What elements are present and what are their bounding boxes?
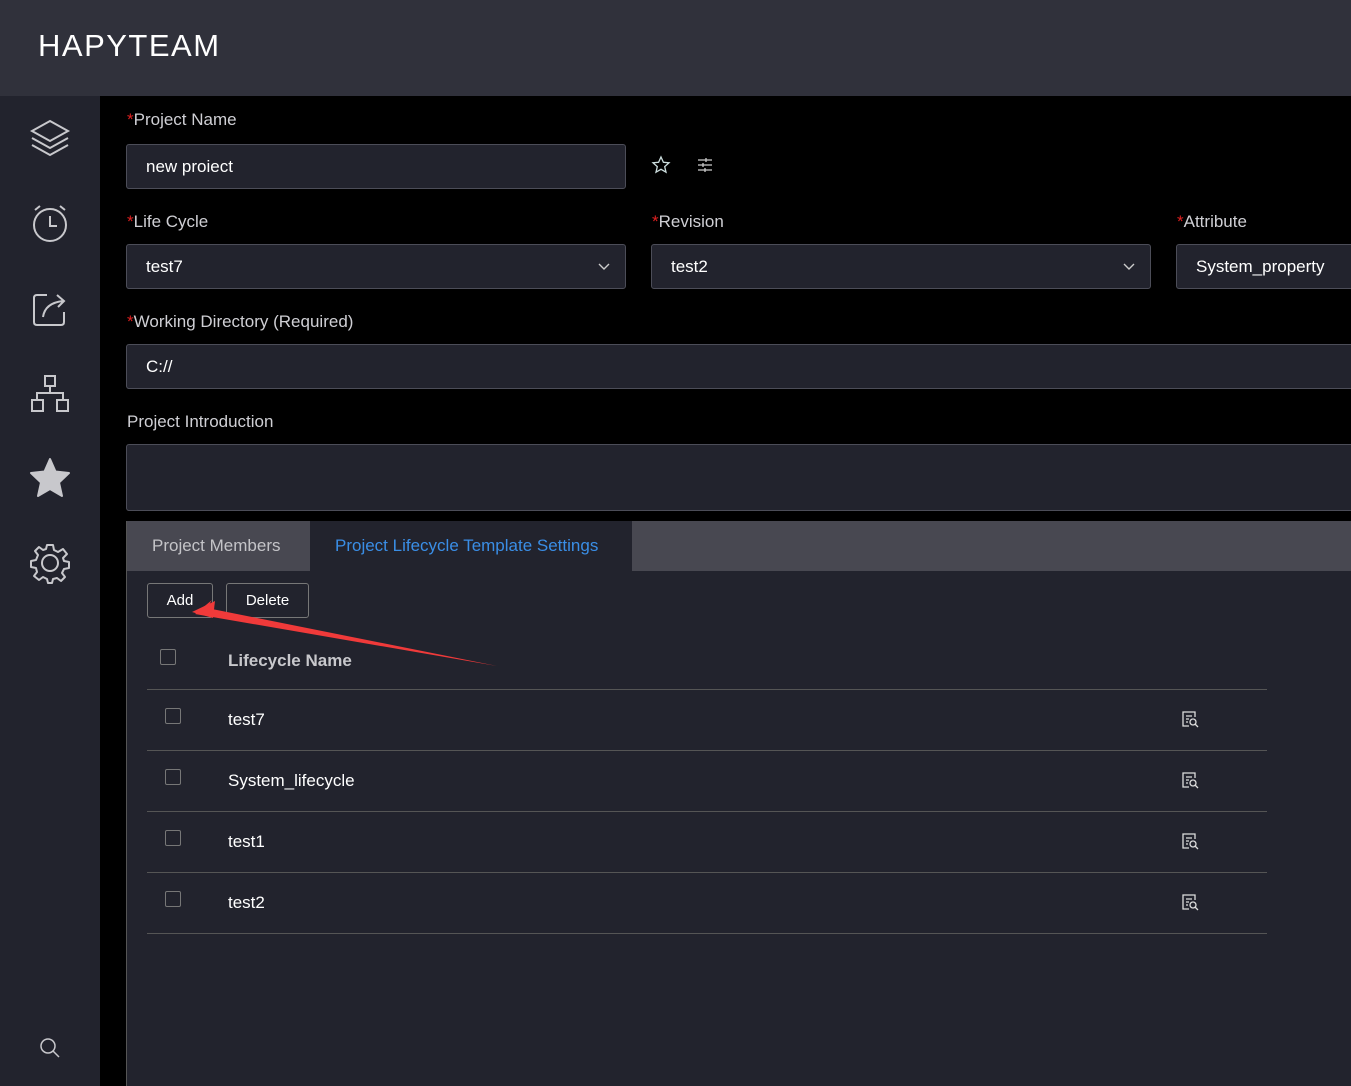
gear-icon[interactable] xyxy=(28,541,72,585)
row-checkbox[interactable] xyxy=(165,769,181,785)
revision-select[interactable]: test2 xyxy=(651,244,1151,289)
life-cycle-select[interactable]: test7 xyxy=(126,244,626,289)
table-row: test2 xyxy=(147,873,1267,934)
project-name-label: *Project Name xyxy=(127,110,237,129)
attribute-select[interactable]: System_property xyxy=(1176,244,1351,289)
working-directory-input[interactable]: C:// xyxy=(126,344,1351,389)
settings-sliders-icon[interactable] xyxy=(696,156,714,179)
lifecycle-name: test2 xyxy=(228,893,265,912)
project-introduction-label: Project Introduction xyxy=(127,412,274,431)
lifecycle-name: System_lifecycle xyxy=(228,771,355,790)
app-header: HAPYTEAM xyxy=(0,0,1351,96)
project-name-input[interactable]: new proiect xyxy=(126,144,626,189)
chevron-down-icon xyxy=(598,263,610,270)
row-checkbox[interactable] xyxy=(165,708,181,724)
sidebar xyxy=(0,96,100,1086)
tab-project-members[interactable]: Project Members xyxy=(127,521,310,571)
table-row: System_lifecycle xyxy=(147,751,1267,812)
tab-panel: Project Members Project Lifecycle Templa… xyxy=(126,521,1351,1086)
row-checkbox[interactable] xyxy=(165,891,181,907)
life-cycle-label: *Life Cycle xyxy=(127,212,209,231)
lifecycle-name: test7 xyxy=(228,710,265,729)
alarm-clock-icon[interactable] xyxy=(28,201,72,245)
tab-lifecycle-template-settings[interactable]: Project Lifecycle Template Settings xyxy=(310,521,632,571)
attribute-label: *Attribute xyxy=(1177,212,1247,231)
org-chart-icon[interactable] xyxy=(28,371,72,415)
annotation-arrow xyxy=(192,600,497,666)
table-row: test7 xyxy=(147,690,1267,751)
working-directory-label: *Working Directory (Required) xyxy=(127,312,354,331)
search-icon[interactable] xyxy=(28,1026,72,1070)
app-logo: HAPYTEAM xyxy=(38,28,221,63)
table-row: test1 xyxy=(147,812,1267,873)
tab-bar: Project Members Project Lifecycle Templa… xyxy=(127,521,1351,571)
chevron-down-icon xyxy=(1123,263,1135,270)
view-details-icon[interactable] xyxy=(1180,831,1200,851)
row-checkbox[interactable] xyxy=(165,830,181,846)
star-icon[interactable] xyxy=(28,456,72,500)
view-details-icon[interactable] xyxy=(1180,709,1200,729)
favorite-star-icon[interactable] xyxy=(651,155,671,180)
view-details-icon[interactable] xyxy=(1180,770,1200,790)
revision-label: *Revision xyxy=(652,212,724,231)
lifecycle-name: test1 xyxy=(228,832,265,851)
layers-icon[interactable] xyxy=(28,116,72,160)
view-details-icon[interactable] xyxy=(1180,892,1200,912)
project-introduction-textarea[interactable] xyxy=(126,444,1351,511)
select-all-checkbox[interactable] xyxy=(160,649,176,665)
share-icon[interactable] xyxy=(28,286,72,330)
